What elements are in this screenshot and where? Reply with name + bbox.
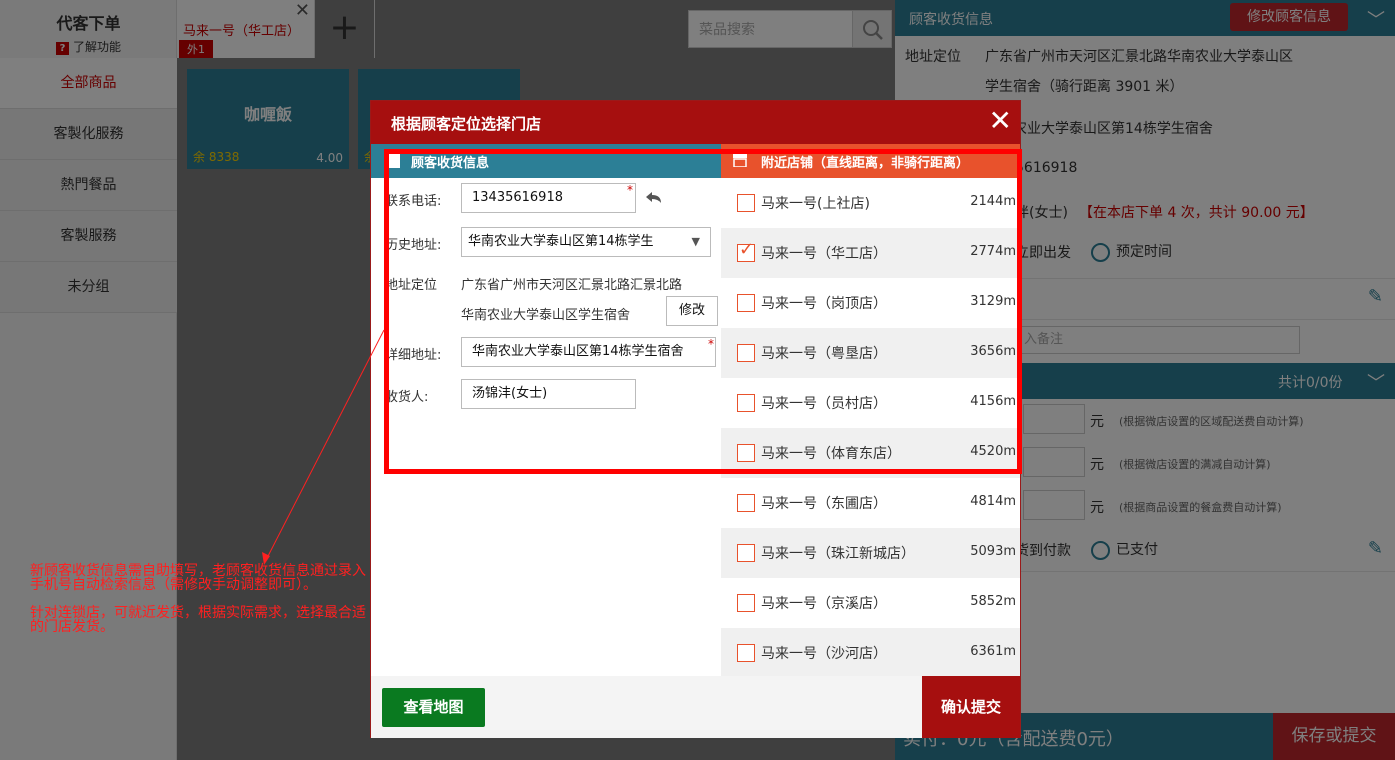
annotation-arrow [262, 329, 385, 565]
annotation-line1: 新顾客收货信息需自助填写，老顾客收货信息通过录入 [30, 563, 366, 579]
annotation-line3: 针对连锁店，可就近发货，根据实际需求，选择最合适 [30, 605, 366, 621]
annotation-line4: 的门店发货。 [30, 619, 114, 635]
annotation-line2: 手机号自动检索信息（需修改手动调整即可）。 [30, 577, 317, 593]
